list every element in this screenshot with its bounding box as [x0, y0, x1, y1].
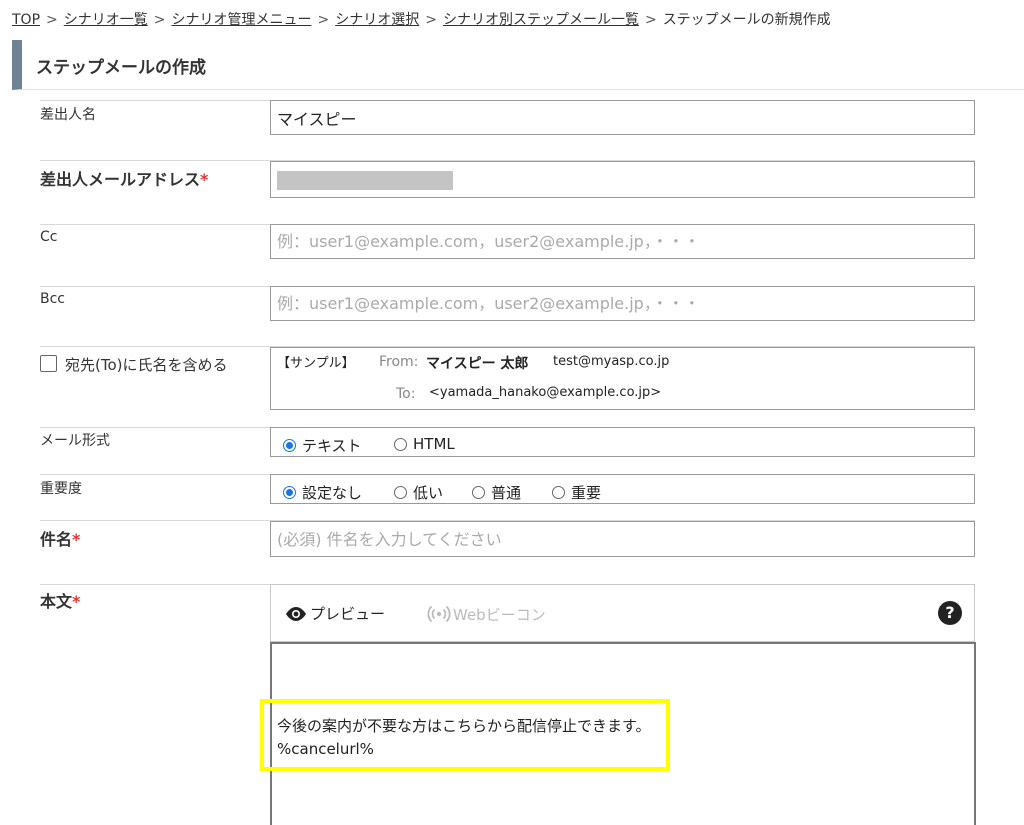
breadcrumb-step-mail-list[interactable]: シナリオ別ステップメール一覧 — [443, 12, 639, 28]
priority-normal-radio[interactable]: 普通 — [472, 482, 521, 503]
bcc-label: Bcc — [40, 291, 65, 307]
priority-high-radio[interactable]: 重要 — [552, 482, 601, 503]
priority-label: 重要度 — [40, 481, 82, 497]
web-beacon-button[interactable]: Webビーコン — [427, 603, 546, 625]
subject-field[interactable] — [270, 521, 975, 557]
sender-name-field[interactable] — [270, 100, 975, 135]
required-mark: * — [200, 170, 209, 189]
subject-input[interactable] — [271, 522, 974, 556]
page-title-bar: ステップメールの作成 — [12, 40, 1024, 90]
subject-label: 件名* — [40, 530, 81, 549]
sample-from-address: test@myasp.co.jp — [553, 354, 670, 369]
priority-group: 設定なし 低い 普通 重要 — [270, 474, 975, 504]
radio-selected[interactable] — [283, 439, 296, 452]
radio-unselected[interactable] — [394, 437, 407, 451]
include-name-checkbox[interactable] — [40, 355, 57, 372]
sample-preview-box: 【サンプル】 From: マイスピー 太郎 test@myasp.co.jp T… — [270, 347, 975, 410]
priority-low-radio[interactable]: 低い — [394, 482, 443, 503]
sample-from-name: マイスピー 太郎 — [426, 356, 529, 372]
bcc-field[interactable] — [270, 286, 975, 321]
breadcrumb-scenario-select[interactable]: シナリオ選択 — [335, 12, 419, 28]
mail-format-html-radio[interactable]: HTML — [394, 435, 455, 453]
breadcrumb-top[interactable]: TOP — [12, 12, 40, 28]
priority-none-radio[interactable]: 設定なし — [283, 482, 362, 503]
sample-tag: 【サンプル】 — [277, 356, 355, 371]
mail-format-text-radio[interactable]: テキスト — [283, 435, 362, 456]
mail-format-group: テキスト HTML — [270, 427, 975, 457]
include-name-label: 宛先(To)に氏名を含める — [65, 356, 228, 374]
sample-to-address: <yamada_hanako@example.co.jp> — [429, 385, 662, 400]
mail-format-label: メール形式 — [40, 433, 110, 449]
cc-input[interactable] — [271, 225, 974, 258]
body-label: 本文* — [40, 592, 81, 611]
required-mark: * — [72, 592, 81, 611]
breadcrumb-scenario-menu[interactable]: シナリオ管理メニュー — [171, 12, 311, 28]
sender-name-label: 差出人名 — [40, 107, 96, 123]
breadcrumb-scenario-list[interactable]: シナリオ一覧 — [64, 12, 148, 28]
editor-toolbar: プレビュー Webビーコン ? — [270, 584, 975, 642]
cc-field[interactable] — [270, 224, 975, 259]
required-mark: * — [72, 530, 81, 549]
help-icon[interactable]: ? — [938, 601, 962, 625]
beacon-icon — [427, 605, 451, 623]
radio-unselected[interactable] — [394, 486, 407, 499]
redacted-email — [277, 171, 453, 190]
bcc-input[interactable] — [271, 287, 974, 320]
page-title: ステップメールの作成 — [36, 58, 206, 78]
breadcrumb-current: ステップメールの新規作成 — [662, 12, 831, 28]
cc-label: Cc — [40, 229, 58, 245]
radio-unselected[interactable] — [472, 486, 485, 499]
breadcrumb: TOP > シナリオ一覧 > シナリオ管理メニュー > シナリオ選択 > シナリオ別ステップメー… — [12, 12, 831, 28]
radio-selected[interactable] — [283, 486, 296, 499]
eye-icon — [286, 606, 306, 621]
include-name-option[interactable]: 宛先(To)に氏名を含める — [40, 354, 228, 375]
sample-from-label: From: — [379, 354, 419, 370]
preview-button[interactable]: プレビュー — [284, 603, 385, 624]
sender-email-field[interactable] — [270, 161, 975, 198]
highlight-box — [260, 699, 670, 771]
radio-unselected[interactable] — [552, 486, 565, 499]
sample-to-label: To: — [396, 386, 416, 402]
sender-name-input[interactable] — [271, 101, 974, 134]
sender-email-label: 差出人メールアドレス* — [40, 170, 209, 189]
